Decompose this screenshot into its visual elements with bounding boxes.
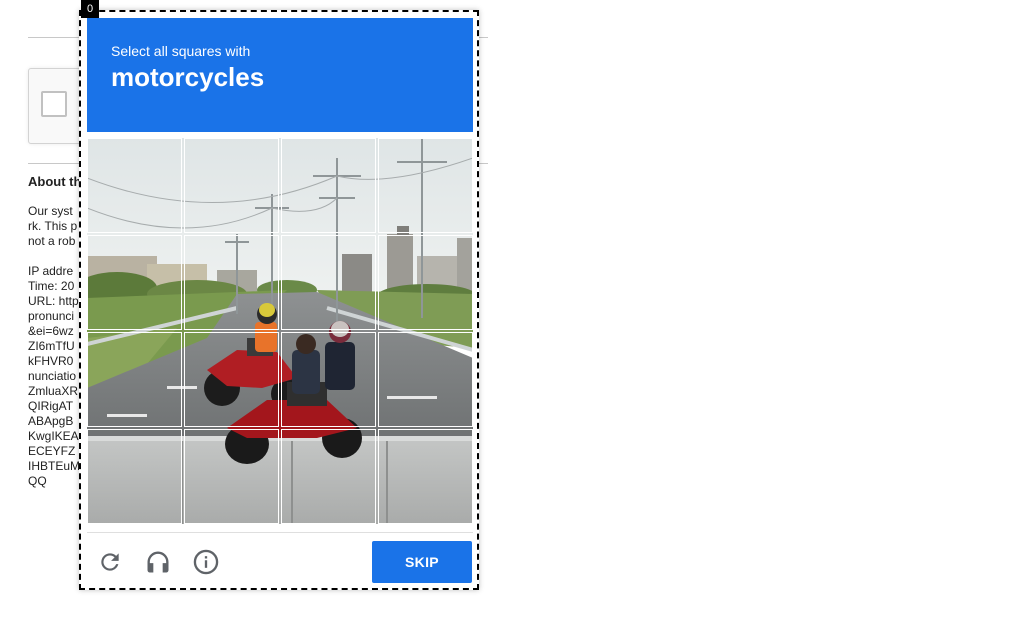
info-line: ZmluaXR bbox=[28, 384, 79, 398]
headphones-icon bbox=[147, 551, 169, 573]
grid-tile[interactable] bbox=[184, 235, 279, 330]
reload-button[interactable] bbox=[94, 546, 126, 578]
grid-tile[interactable] bbox=[378, 235, 473, 330]
info-line: ZI6mTfU bbox=[28, 339, 75, 353]
about-heading: About th bbox=[28, 174, 82, 189]
info-line: QIRigAT bbox=[28, 399, 74, 413]
grid-tile[interactable] bbox=[281, 235, 376, 330]
challenge-header: Select all squares with motorcycles bbox=[87, 18, 473, 132]
info-line: URL: http bbox=[28, 294, 79, 308]
reload-icon bbox=[101, 553, 119, 571]
grid-tile[interactable] bbox=[281, 429, 376, 524]
grid-tile[interactable] bbox=[87, 429, 182, 524]
info-line: QQ bbox=[28, 474, 47, 488]
grid-tile[interactable] bbox=[184, 429, 279, 524]
info-line: pronunci bbox=[28, 309, 75, 323]
challenge-instruction: Select all squares with bbox=[111, 43, 251, 59]
grid-tile[interactable] bbox=[87, 138, 182, 233]
info-line: ABApgB bbox=[28, 414, 74, 428]
info-line: Time: 20 bbox=[28, 279, 75, 293]
grid-tile[interactable] bbox=[378, 332, 473, 427]
info-line: &ei=6wz bbox=[28, 324, 74, 338]
grid-tile[interactable] bbox=[184, 332, 279, 427]
recaptcha-checkbox[interactable] bbox=[41, 91, 67, 117]
grid-tile[interactable] bbox=[87, 235, 182, 330]
info-line: kFHVR0 bbox=[28, 354, 74, 368]
grid-tile[interactable] bbox=[378, 429, 473, 524]
footer-divider bbox=[87, 532, 473, 533]
info-line: IHBTEuM bbox=[28, 459, 81, 473]
audio-challenge-button[interactable] bbox=[142, 546, 174, 578]
grid-tile[interactable] bbox=[378, 138, 473, 233]
grid-tile[interactable] bbox=[281, 332, 376, 427]
info-line: ECEYFZ bbox=[28, 444, 76, 458]
about-line: Our syst bbox=[28, 204, 73, 218]
info-icon bbox=[193, 549, 219, 575]
challenge-counter: 0 bbox=[81, 0, 99, 18]
info-button[interactable] bbox=[190, 546, 222, 578]
image-grid bbox=[87, 138, 473, 524]
grid-tile[interactable] bbox=[184, 138, 279, 233]
info-line: IP addre bbox=[28, 264, 74, 278]
info-line: nunciatio bbox=[28, 369, 77, 383]
skip-button[interactable]: SKIP bbox=[372, 541, 472, 583]
about-line: not a rob bbox=[28, 234, 76, 248]
about-line: rk. This p bbox=[28, 219, 78, 233]
challenge-target: motorcycles bbox=[111, 62, 265, 92]
grid-tile[interactable] bbox=[281, 138, 376, 233]
grid-tile[interactable] bbox=[87, 332, 182, 427]
info-line: KwgIKEA bbox=[28, 429, 79, 443]
